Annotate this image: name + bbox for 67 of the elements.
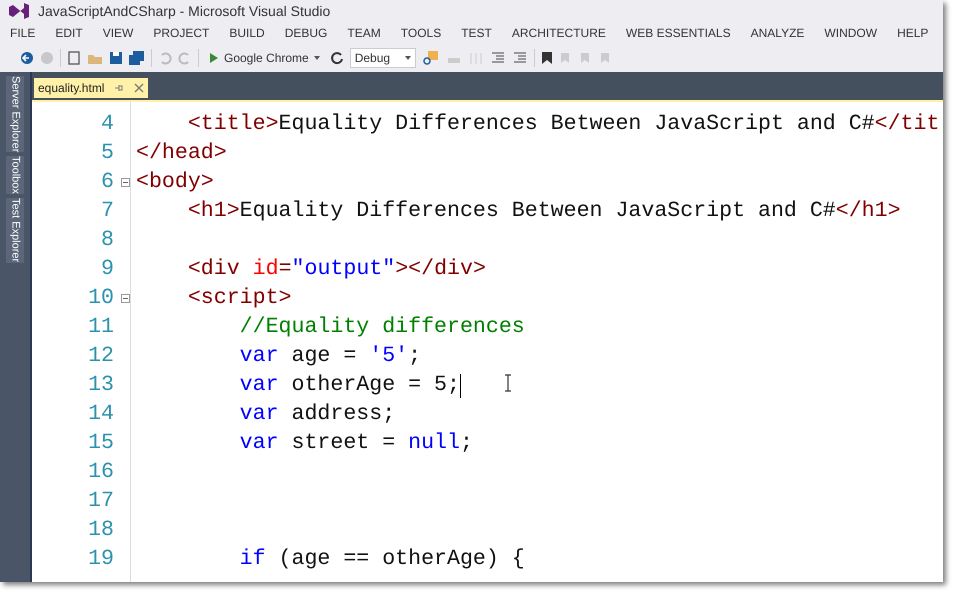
caret-icon — [404, 56, 411, 60]
close-icon[interactable] — [134, 83, 144, 93]
menu-item[interactable]: WINDOW — [824, 24, 878, 42]
collapse-icon[interactable] — [120, 178, 130, 187]
menu-item[interactable]: WEB ESSENTIALS — [626, 24, 731, 42]
menu-item[interactable]: VIEW — [102, 24, 134, 42]
line-number: 16 — [87, 459, 114, 486]
menu-item[interactable]: TOOLS — [400, 24, 442, 42]
collapse-icon[interactable] — [120, 294, 130, 303]
menu-item[interactable]: FILE — [10, 24, 36, 42]
play-icon — [209, 52, 219, 64]
side-panel-tab[interactable]: Toolbox — [6, 156, 24, 194]
menu-item[interactable]: DEBUG — [284, 24, 328, 42]
code-line: <title>Equality Differences Between JavaScript and C#</tit — [186, 111, 940, 138]
code-line: <div id="output"></div> — [186, 256, 486, 283]
code-line: if (age == otherAge) { — [238, 546, 525, 573]
code-line: <body> — [136, 169, 214, 196]
side-panel-tab[interactable]: Test Explorer — [6, 198, 24, 263]
code-line: </head> — [136, 140, 227, 167]
menu-item[interactable]: BUILD — [229, 24, 265, 42]
save-icon[interactable] — [109, 51, 123, 65]
app-logo-icon — [8, 2, 30, 20]
code-line: <h1>Equality Differences Between JavaScript and C#</h1> — [186, 198, 901, 225]
run-button[interactable]: Google Chrome — [205, 49, 324, 67]
line-number: 10 — [87, 285, 114, 312]
line-number: 12 — [87, 343, 114, 370]
menu-item[interactable]: ANALYZE — [750, 24, 804, 42]
pin-icon[interactable] — [114, 83, 124, 93]
line-number: 6 — [100, 169, 114, 196]
line-number: 15 — [87, 430, 114, 457]
line-number: 9 — [100, 256, 114, 283]
line-number: 19 — [87, 546, 114, 573]
line-number: 5 — [100, 140, 114, 167]
menu-item[interactable]: EDIT — [55, 24, 83, 42]
code-line: var address; — [238, 401, 396, 428]
line-number: 7 — [100, 198, 114, 225]
save-all-icon[interactable] — [129, 51, 145, 65]
line-number: 8 — [100, 227, 114, 254]
code-line: <script> — [186, 285, 292, 312]
line-number: 18 — [87, 517, 114, 544]
code-line: var street = null; — [238, 430, 473, 457]
back-icon[interactable] — [20, 51, 34, 65]
line-number: 4 — [100, 111, 114, 138]
caret-icon — [314, 56, 320, 60]
menu-item[interactable]: ARCHITECTURE — [512, 24, 606, 42]
line-number: 17 — [87, 488, 114, 515]
text-cursor-icon — [504, 374, 512, 392]
bookmark-icon[interactable] — [540, 51, 553, 65]
window-title: JavaScriptAndCSharp - Microsoft Visual Studio — [38, 2, 330, 21]
line-number: 14 — [87, 401, 114, 428]
configuration-dropdown[interactable]: Debug — [350, 48, 416, 68]
menu-item[interactable]: TEAM — [347, 24, 381, 42]
line-number: 13 — [87, 372, 114, 399]
code-line: //Equality differences — [238, 314, 525, 341]
line-number: 11 — [87, 314, 114, 341]
new-item-icon[interactable] — [67, 51, 81, 65]
menu-item[interactable]: TEST — [461, 24, 492, 42]
menu-item[interactable]: PROJECT — [153, 24, 210, 42]
menu-item[interactable]: HELP — [897, 24, 928, 42]
side-panel-tab[interactable]: Server Explorer — [6, 76, 24, 152]
find-icon[interactable] — [422, 50, 440, 66]
refresh-icon[interactable] — [330, 51, 344, 65]
code-line: var otherAge = 5; — [238, 372, 460, 399]
outdent-icon[interactable] — [512, 51, 528, 65]
code-line: var age = '5'; — [238, 343, 422, 370]
document-tab[interactable]: equality.html — [34, 78, 148, 98]
indent-icon[interactable] — [490, 51, 506, 65]
